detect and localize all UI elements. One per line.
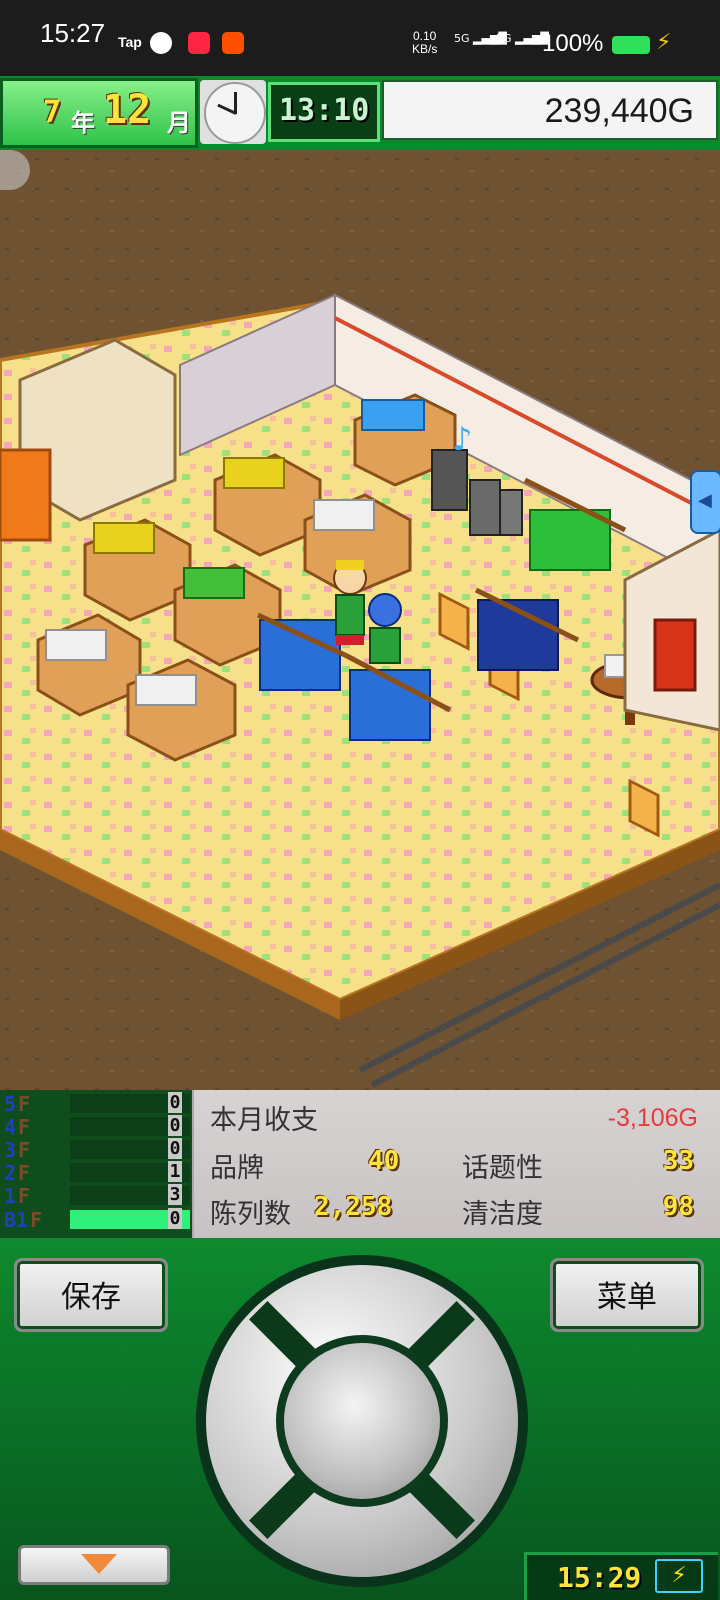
buzz-value: 33	[662, 1146, 694, 1176]
brand-value: 40	[368, 1146, 400, 1176]
time-panel: 13:10	[268, 82, 380, 142]
signal-icon: 5G ▂▄▆█	[496, 32, 549, 45]
stats-panel: 本月收支 -3,106G 品牌 40 话题性 33 陈列数 2,258 清洁度 …	[192, 1090, 720, 1238]
buzz-label: 话题性	[462, 1153, 543, 1184]
floor-count: 1	[168, 1161, 182, 1182]
xiaohongshu-icon	[188, 32, 210, 54]
status-time: 15:27	[40, 18, 106, 48]
display-count-label: 陈列数	[210, 1199, 291, 1230]
floor-row-4f[interactable]: 4F 0	[0, 1115, 192, 1139]
battery-percent: 100%	[542, 30, 604, 57]
music-note-icon: ♪	[452, 420, 472, 458]
dpad-center-button[interactable]	[276, 1335, 448, 1507]
arrow-down-icon	[81, 1554, 117, 1574]
brand-label: 品牌	[210, 1153, 264, 1184]
chevron-left-icon: ◀	[698, 490, 712, 511]
bottom-time: 15:29	[557, 1561, 642, 1594]
date-panel: 7 年 12 月	[0, 78, 198, 148]
monthly-balance-value: -3,106G	[607, 1104, 698, 1132]
chat-icon	[150, 32, 172, 54]
floor-row-b1f[interactable]: B1 F 0	[0, 1208, 192, 1232]
year-unit: 年	[71, 109, 95, 137]
floor-row-3f[interactable]: 3F 0	[0, 1138, 192, 1162]
year-value: 7	[43, 95, 62, 130]
save-button[interactable]: 保存	[14, 1258, 168, 1332]
taobao-icon	[222, 32, 244, 54]
clock-icon	[204, 82, 266, 144]
game-time: 13:10	[279, 93, 370, 128]
customer-character	[368, 593, 402, 664]
floor-row-2f[interactable]: 2F 1	[0, 1161, 192, 1185]
charging-icon: ⚡	[656, 30, 672, 55]
money-value: 239,440G	[544, 92, 694, 130]
shop-clerk-character	[333, 560, 367, 645]
month-value: 12	[103, 87, 152, 133]
game-field[interactable]: ♪ ◀	[0, 150, 720, 1090]
clothing-rack-blue	[256, 612, 347, 691]
status-bar: 15:27 Tap 0.10 KB/s 5G ▂▄▆█ 5G ▂▄▆█ 100% …	[0, 0, 720, 76]
bottom-clock: 15:29 ⚡	[524, 1552, 718, 1600]
floor-count: 3	[168, 1184, 182, 1205]
cleanliness-value: 98	[662, 1192, 694, 1222]
tap-icon: Tap	[118, 34, 142, 50]
display-count-value: 2,258	[314, 1192, 393, 1222]
cleanliness-label: 清洁度	[462, 1199, 543, 1230]
monthly-balance-label: 本月收支	[210, 1105, 318, 1136]
battery-charging-icon: ⚡	[655, 1559, 703, 1593]
menu-button[interactable]: 菜单	[550, 1258, 704, 1332]
floor-count: 0	[168, 1208, 182, 1229]
store-scene[interactable]: ♪	[0, 150, 720, 1090]
battery-icon	[612, 36, 650, 54]
floor-row-5f[interactable]: 5F 0	[0, 1092, 192, 1116]
floor-count: 0	[168, 1092, 182, 1113]
floor-count: 0	[168, 1115, 182, 1136]
money-panel: 239,440G	[382, 80, 718, 140]
fitting-room-door	[0, 448, 52, 542]
floor-count: 0	[168, 1138, 182, 1159]
floor-rows: 5F 0 4F 0 3F 0 2F 1 1F 3 B1 F 0	[0, 1090, 192, 1238]
net-speed: 0.10 KB/s	[412, 29, 438, 56]
month-unit: 月	[167, 109, 191, 137]
collapse-button[interactable]	[18, 1545, 170, 1585]
side-panel-tab[interactable]: ◀	[690, 470, 720, 534]
floor-row-1f[interactable]: 1F 3	[0, 1184, 192, 1208]
